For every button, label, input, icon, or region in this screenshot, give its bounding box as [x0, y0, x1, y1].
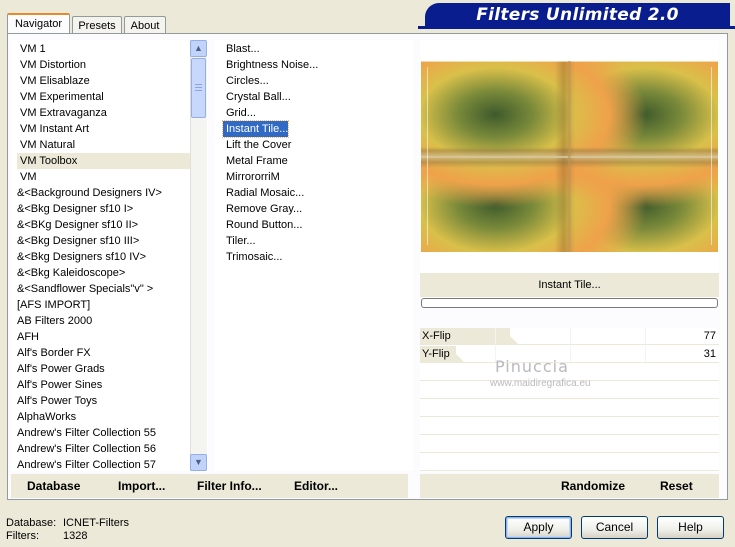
- parameter-row[interactable]: Y-Flip 31: [420, 346, 719, 363]
- current-filter-label: Instant Tile...: [420, 273, 719, 297]
- filter-item[interactable]: Circles...: [223, 73, 269, 89]
- category-item[interactable]: VM Elisablaze: [17, 73, 190, 89]
- parameter-list: X-Flip 77 Y-Flip 31: [420, 328, 719, 471]
- filter-item[interactable]: Brightness Noise...: [223, 57, 318, 73]
- database-button[interactable]: Database: [27, 477, 80, 495]
- scroll-up-button[interactable]: ▲: [190, 40, 207, 57]
- category-item[interactable]: &<Bkg Designer sf10 III>: [14, 233, 187, 249]
- category-item[interactable]: Andrew's Filter Collection 56: [14, 441, 187, 457]
- scroll-down-button[interactable]: ▼: [190, 454, 207, 471]
- import-button[interactable]: Import...: [118, 477, 165, 495]
- parameter-row[interactable]: X-Flip 77: [420, 328, 719, 345]
- category-item[interactable]: VM 1: [17, 41, 190, 57]
- category-item[interactable]: Alf's Power Grads: [14, 361, 187, 377]
- tab-presets[interactable]: Presets: [72, 16, 122, 34]
- category-item[interactable]: Andrew's Filter Collection 55: [14, 425, 187, 441]
- category-item[interactable]: &<Bkg Kaleidoscope>: [14, 265, 187, 281]
- category-item[interactable]: &<Background Designers IV>: [14, 185, 187, 201]
- slider-tick: [570, 346, 571, 362]
- category-item[interactable]: Andrew's Filter Collection 57: [14, 457, 187, 473]
- tab-about[interactable]: About: [124, 16, 166, 34]
- parameter-row: [420, 436, 719, 453]
- apply-button[interactable]: Apply: [505, 516, 572, 539]
- category-item[interactable]: VM Toolbox: [17, 153, 190, 169]
- filter-item[interactable]: MirrororriM: [223, 169, 280, 185]
- category-item[interactable]: [AFS IMPORT]: [14, 297, 187, 313]
- reset-button[interactable]: Reset: [660, 477, 693, 495]
- filter-item[interactable]: Round Button...: [223, 217, 302, 233]
- category-item[interactable]: VM Extravaganza: [17, 105, 190, 121]
- filter-item[interactable]: Blast...: [223, 41, 260, 57]
- slider-tick: [495, 328, 496, 344]
- filters-count-value: 1328: [63, 530, 88, 542]
- help-button[interactable]: Help: [657, 516, 724, 539]
- filter-item[interactable]: Lift the Cover: [223, 137, 291, 153]
- slider-tick: [645, 346, 646, 362]
- category-item[interactable]: VM Distortion: [17, 57, 190, 73]
- watermark-url: www.maidiregrafica.eu: [490, 378, 591, 389]
- filter-item[interactable]: Instant Tile...: [221, 120, 290, 138]
- category-item[interactable]: &<Bkg Designers sf10 IV>: [14, 249, 187, 265]
- category-list[interactable]: VM 1 VM Distortion VM Elisablaze VM Experim…: [11, 40, 208, 471]
- filter-list[interactable]: Blast... Brightness Noise... Circles... Cry…: [215, 40, 413, 471]
- tab-navigator[interactable]: Navigator: [7, 13, 70, 34]
- category-item[interactable]: &<Sandflower Specials"v" >: [14, 281, 187, 297]
- parameter-name: X-Flip: [422, 330, 451, 342]
- category-item[interactable]: VM Instant Art: [17, 121, 190, 137]
- filter-item[interactable]: Radial Mosaic...: [223, 185, 304, 201]
- category-item[interactable]: AB Filters 2000: [14, 313, 187, 329]
- category-item[interactable]: &<Bkg Designer sf10 I>: [14, 201, 187, 217]
- category-item[interactable]: Alf's Border FX: [14, 345, 187, 361]
- filter-item[interactable]: Grid...: [223, 105, 256, 121]
- filter-info-button[interactable]: Filter Info...: [197, 477, 262, 495]
- parameter-slider-thumb[interactable]: [501, 336, 519, 345]
- filter-item[interactable]: Tiler...: [223, 233, 256, 249]
- app-title-banner: Filters Unlimited 2.0: [425, 3, 730, 27]
- filter-item[interactable]: Trimosaic...: [223, 249, 282, 265]
- parameter-value: 31: [703, 348, 716, 360]
- parameter-name: Y-Flip: [422, 348, 450, 360]
- scroll-thumb[interactable]: [191, 58, 206, 118]
- editor-button[interactable]: Editor...: [294, 477, 338, 495]
- filter-item[interactable]: Crystal Ball...: [223, 89, 291, 105]
- category-item[interactable]: &<BKg Designer sf10 II>: [14, 217, 187, 233]
- cancel-button[interactable]: Cancel: [581, 516, 648, 539]
- database-value: ICNET-Filters: [63, 517, 129, 529]
- filter-item[interactable]: Remove Gray...: [223, 201, 302, 217]
- parameter-row: [420, 418, 719, 435]
- category-item[interactable]: Alf's Power Sines: [14, 377, 187, 393]
- preview-image: [421, 61, 718, 252]
- category-item[interactable]: AFH: [14, 329, 187, 345]
- parameter-row: [420, 454, 719, 471]
- database-label: Database:: [6, 517, 57, 529]
- progress-bar: [421, 298, 718, 308]
- category-item[interactable]: VM: [17, 169, 190, 185]
- slider-tick: [645, 328, 646, 344]
- watermark-name: Pinuccia: [495, 357, 569, 376]
- category-item[interactable]: Alf's Power Toys: [14, 393, 187, 409]
- filters-count-label: Filters:: [6, 530, 39, 542]
- parameter-value: 77: [703, 330, 716, 342]
- banner-underline: [418, 26, 735, 29]
- randomize-button[interactable]: Randomize: [561, 477, 625, 495]
- filter-item[interactable]: Metal Frame: [223, 153, 288, 169]
- category-item[interactable]: AlphaWorks: [14, 409, 187, 425]
- category-item[interactable]: VM Experimental: [17, 89, 190, 105]
- category-item[interactable]: VM Natural: [17, 137, 190, 153]
- parameter-row: [420, 400, 719, 417]
- slider-tick: [570, 328, 571, 344]
